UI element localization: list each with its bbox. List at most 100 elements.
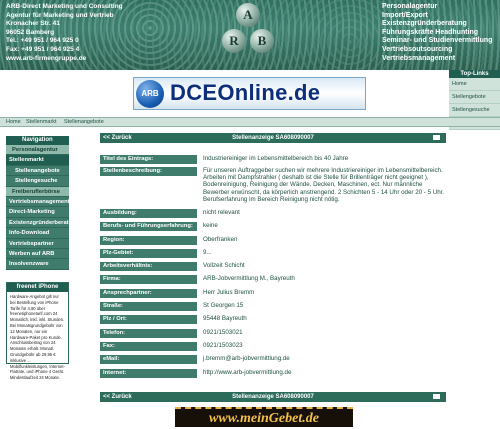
table-row: Telefon: 0921/1503021 <box>100 327 446 340</box>
field-label: Plz-Gebiet: <box>100 248 197 258</box>
field-value: Oberfranken <box>203 235 238 243</box>
sidebar-item-stellenmarkt[interactable]: Stellenmarkt <box>6 155 69 166</box>
sidebar-item-personalagentur[interactable]: Personalagentur <box>6 145 69 156</box>
field-value: 0921/1503023 <box>203 341 243 349</box>
field-value: 9... <box>203 248 212 256</box>
service-item[interactable]: Seminar- und Studienvermittlung <box>382 37 492 46</box>
sidebar-item-freiberuflerboerse[interactable]: Freiberuflerbörse <box>6 186 69 197</box>
company-line: ARB-Direct Marketing und Consulting <box>6 3 123 10</box>
table-row: eMail: j.bremm@arb-jobvermittlung.de <box>100 353 446 366</box>
field-value: nicht relevant <box>203 209 240 216</box>
service-item[interactable]: Personalagentur <box>382 3 492 12</box>
company-line: Kronacher Str. 41 <box>6 20 60 28</box>
email-icon[interactable] <box>433 394 440 399</box>
field-label: Internet: <box>100 368 197 378</box>
breadcrumb-stellenmarkt[interactable]: Stellenmarkt <box>26 119 57 125</box>
field-label: Arbeitsverhältnis: <box>100 262 197 272</box>
field-label: Ausbildung: <box>100 209 197 218</box>
company-line: 96052 Bamberg <box>6 28 55 36</box>
company-line: Tel.: +49 951 / 964 925 0 <box>6 37 79 45</box>
field-value: ARB-Jobvermittlung M., Bayreuth <box>203 275 295 283</box>
field-label: Berufs- und Führungserfahrung: <box>100 222 197 232</box>
banner-text: DCEOnline.de <box>170 80 321 105</box>
table-row: Arbeitsverhältnis: Vollzeit Schicht <box>100 260 446 273</box>
breadcrumb: Home Stellenmarkt Stellenangebote <box>0 117 500 127</box>
field-label: Fax: <box>100 341 197 351</box>
sidebar-item-stellengesuche[interactable]: Stellengesuche <box>6 176 69 187</box>
field-label: Region: <box>100 235 197 245</box>
listing-title-bottom: Stellenanzeige SA608090007 <box>232 394 314 400</box>
email-link[interactable]: j.bremm@arb-jobvermittlung.de <box>203 355 446 362</box>
field-value: Vollzeit Schicht <box>203 262 245 270</box>
company-line: Fax: +49 951 / 964 925 4 <box>6 45 80 53</box>
top-link-home[interactable]: Home <box>449 78 500 91</box>
top-link-stellengesuche[interactable]: Stellengesuche <box>449 104 500 117</box>
field-label: Ansprechpartner: <box>100 288 197 298</box>
logo-letter: B <box>250 29 274 53</box>
field-value: St Georgen 15 <box>203 302 244 310</box>
table-row: Firma: ARB-Jobvermittlung M., Bayreuth <box>100 273 446 286</box>
field-value: Industriereiniger im Lebensmittelbereich… <box>203 155 349 162</box>
listing-footer: << Zurück Stellenanzeige SA608090007 <box>100 392 446 402</box>
company-address: ARB-Direct Marketing und Consulting Agen… <box>6 3 123 63</box>
field-value: 0921/1503021 <box>203 328 243 336</box>
service-item[interactable]: Führungskräfte Headhunting <box>382 29 492 38</box>
table-row: Berufs- und Führungserfahrung: keine <box>100 220 446 233</box>
table-row: Plz-Gebiet: 9... <box>100 247 446 260</box>
ad-title: freenet iPhone <box>7 283 68 292</box>
table-row: Region: Oberfranken <box>100 234 446 247</box>
top-link-stellengebote[interactable]: Stellengebote <box>449 91 500 104</box>
top-links-title: Top-Links <box>449 70 500 78</box>
field-label: eMail: <box>100 355 197 365</box>
page-header: ARB-Direct Marketing und Consulting Agen… <box>0 0 500 70</box>
freenet-iphone-ad[interactable]: freenet iPhone Hardware-Angebot gilt nur… <box>6 282 69 380</box>
service-item[interactable]: Vertriebsoutsourcing <box>382 46 492 55</box>
sidebar-item-vertriebspartner[interactable]: Vertriebspartner <box>6 238 69 249</box>
service-item[interactable]: Existenzgründerberatung <box>382 20 492 29</box>
table-row: Titel des Eintrags: Industriereiniger im… <box>100 151 446 165</box>
sidebar-navigation: Navigation Personalagentur Stellenmarkt … <box>6 136 69 270</box>
table-row: Ansprechpartner: Herr Julius Bremm <box>100 287 446 300</box>
listing-title-bar-bottom: << Zurück Stellenanzeige SA608090007 <box>100 392 446 402</box>
field-label: Stellenbeschreibung: <box>100 167 197 176</box>
breadcrumb-stellenangebote[interactable]: Stellenangebote <box>64 119 104 125</box>
table-row: Stellenbeschreibung: Für unseren Auftrag… <box>100 165 446 207</box>
meingebet-banner[interactable]: www.meinGebet.de <box>175 407 353 427</box>
field-label: Plz / Ort: <box>100 315 197 325</box>
sidebar-item-vertriebsmanagement[interactable]: Vertriebsmanagement <box>6 196 69 208</box>
table-row: Fax: 0921/1503023 <box>100 340 446 353</box>
company-website[interactable]: www.arb-firmengruppe.de <box>6 55 123 64</box>
field-value: Für unseren Auftraggeber suchen wir mehr… <box>203 167 445 203</box>
listing-title: Stellenanzeige SA608090007 <box>232 135 314 141</box>
table-row: Ausbildung: nicht relevant <box>100 207 446 220</box>
table-row: Straße: St Georgen 15 <box>100 300 446 313</box>
services-list: Personalagentur Import/Export Existenzgr… <box>382 3 492 63</box>
email-icon[interactable] <box>433 135 440 140</box>
service-item[interactable]: Import/Export <box>382 12 492 21</box>
field-value: keine <box>203 222 218 230</box>
arb-logo: A R B <box>218 3 278 63</box>
dceonline-banner[interactable]: ARB DCEOnline.de <box>133 77 366 110</box>
service-item[interactable]: Vertriebsmanagement <box>382 55 492 64</box>
sidebar-item-insolvenzware[interactable]: Insolvenzware <box>6 259 69 270</box>
logo-letter: R <box>222 29 246 53</box>
website-link[interactable]: http://www.arb-jobvermittlung.de <box>203 369 446 376</box>
ad-text: Hardware-Angebot gilt nur bei Bestellung… <box>10 294 65 381</box>
field-value: 95448 Bayreuth <box>203 315 247 323</box>
sidebar-item-direct-marketing[interactable]: Direct-Marketing <box>6 207 69 218</box>
field-value: Herr Julius Bremm <box>203 288 255 296</box>
breadcrumb-home[interactable]: Home <box>6 119 21 125</box>
sidebar-item-existenzgruenderberatung[interactable]: Existenzgründerberatung <box>6 217 69 229</box>
logo-letter: A <box>236 3 260 27</box>
field-label: Firma: <box>100 275 197 285</box>
table-row: Plz / Ort: 95448 Bayreuth <box>100 313 446 326</box>
listing-details-table: Titel des Eintrags: Industriereiniger im… <box>100 151 446 380</box>
sidebar-item-stellenangebote[interactable]: Stellenangebote <box>6 165 69 177</box>
field-label: Titel des Eintrags: <box>100 155 197 164</box>
banner-emblem: ARB <box>136 80 164 108</box>
main-content: << Zurück Stellenanzeige SA608090007 <box>100 133 446 143</box>
sidebar-item-werben-auf-arb[interactable]: Werben auf ARB <box>6 248 69 260</box>
sidebar-item-info-download[interactable]: Info-Download <box>6 228 69 239</box>
company-line: Agentur für Marketing und Vertrieb <box>6 11 114 19</box>
field-label: Telefon: <box>100 328 197 338</box>
